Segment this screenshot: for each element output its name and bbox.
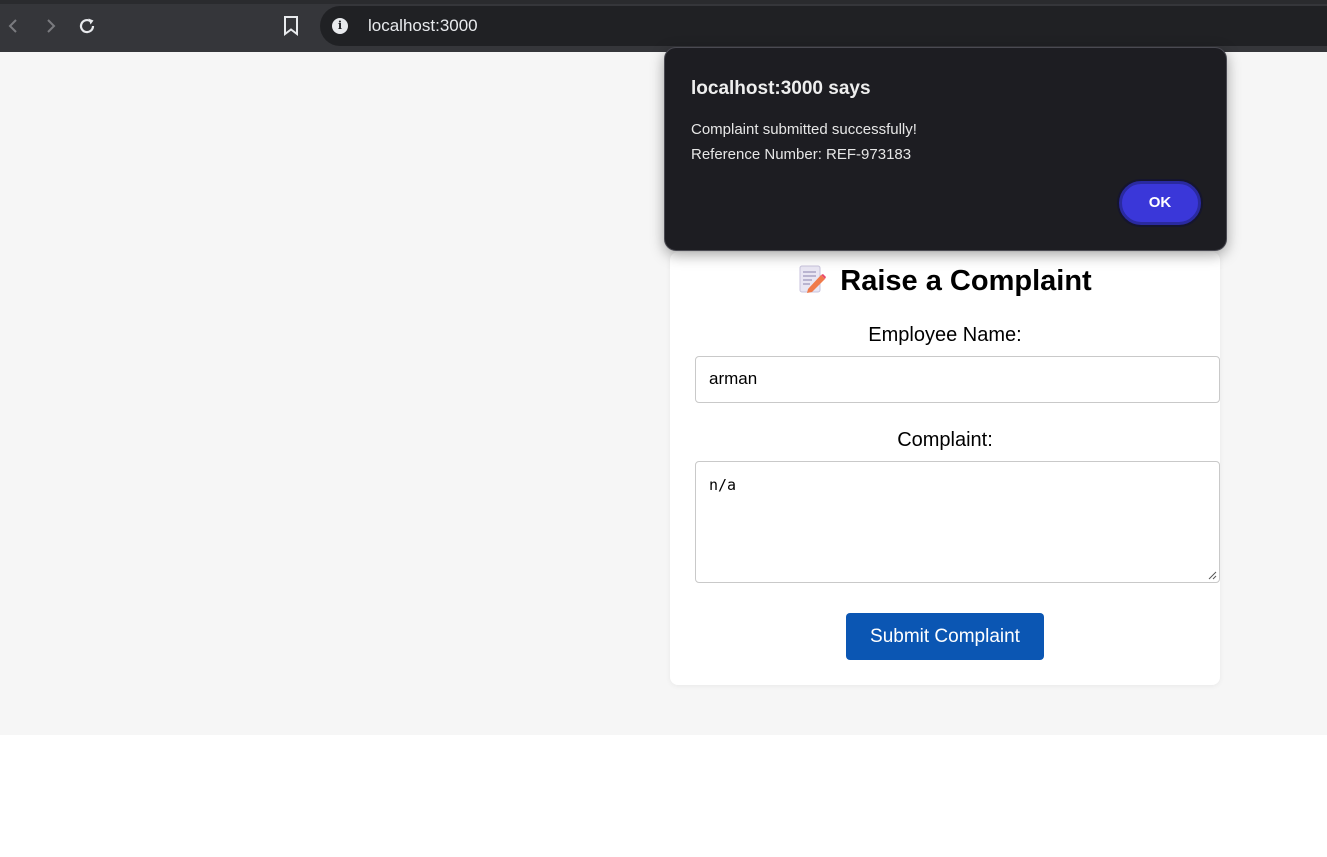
alert-dialog: localhost:3000 says Complaint submitted …	[664, 47, 1227, 251]
memo-icon	[798, 264, 827, 294]
back-icon[interactable]	[2, 14, 26, 38]
ok-button[interactable]: OK	[1119, 181, 1201, 225]
resize-grip-icon[interactable]	[1207, 570, 1217, 580]
complaint-textarea[interactable]: n/a	[695, 461, 1220, 583]
form-title: Raise a Complaint	[840, 265, 1092, 297]
complaint-text: n/a	[709, 476, 737, 494]
form-heading: Raise a Complaint	[670, 264, 1220, 298]
bookmark-icon[interactable]	[279, 14, 303, 38]
employee-name-label: Employee Name:	[868, 324, 1022, 346]
forward-icon[interactable]	[38, 14, 62, 38]
dialog-message-line-1: Complaint submitted successfully!	[691, 121, 917, 138]
dialog-message: Complaint submitted successfully! Refere…	[691, 117, 917, 167]
complaint-label: Complaint:	[897, 429, 993, 451]
dialog-message-line-2: Reference Number: REF-973183	[691, 146, 912, 163]
reload-icon[interactable]	[75, 14, 99, 38]
browser-toolbar: i localhost:3000	[0, 0, 1327, 52]
info-icon[interactable]: i	[332, 18, 348, 34]
employee-name-input[interactable]: arman	[695, 356, 1220, 403]
submit-complaint-button[interactable]: Submit Complaint	[846, 613, 1044, 660]
tab-strip-edge	[0, 0, 1327, 4]
url-text: localhost:3000	[368, 16, 478, 35]
complaint-form-card: Raise a Complaint Employee Name: arman C…	[670, 252, 1220, 685]
address-bar[interactable]: i localhost:3000	[320, 6, 1327, 46]
dialog-title: localhost:3000 says	[691, 78, 871, 99]
